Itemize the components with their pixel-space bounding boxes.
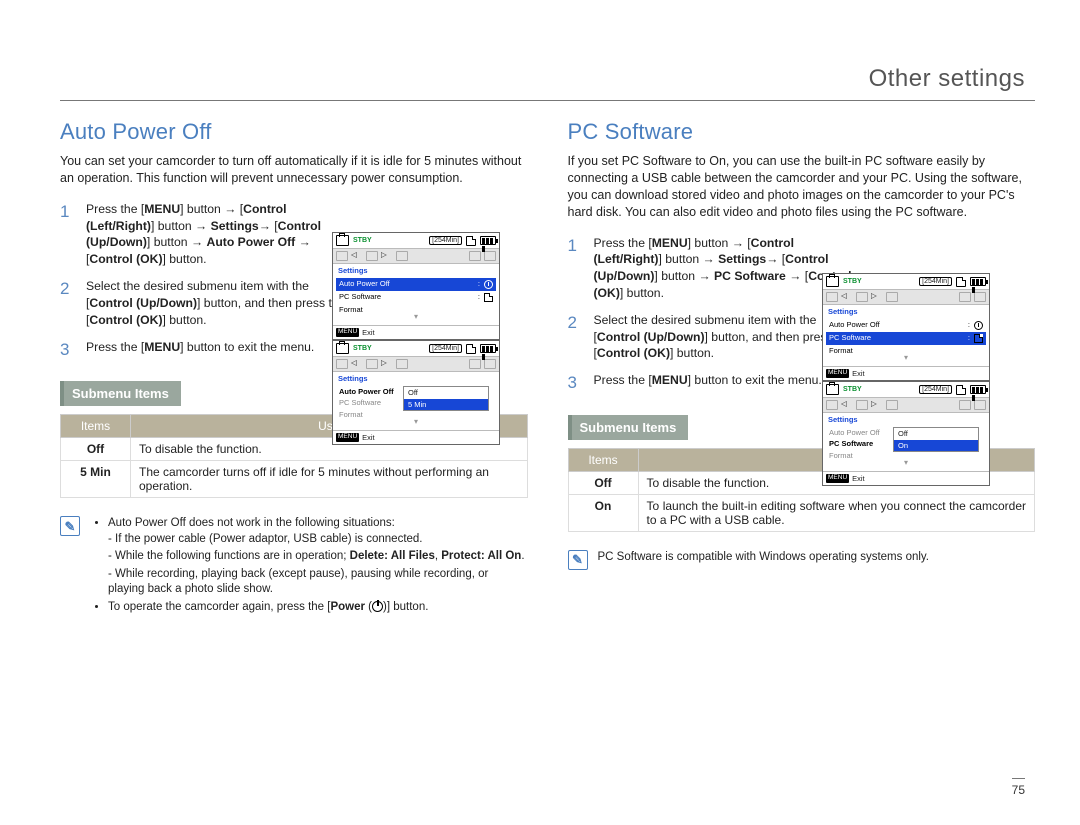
lcd-auto-power-off-menu: STBY[254Min] ◁▷ Settings Auto Power Off:… [332,232,500,340]
note-line: PC Software is compatible with Windows o… [598,550,930,570]
clock-icon [484,280,493,289]
battery-icon [480,236,496,245]
note-sub: If the power cable (Power adaptor, USB c… [108,532,528,548]
lcd-auto-power-off-submenu: STBY[254Min] ◁▷ Settings Auto Power Off … [332,340,500,445]
submenu-header: Submenu Items [568,415,689,440]
lcd-pc-software-submenu: STBY[254Min] ◁▷ Settings Auto Power Off … [822,381,990,486]
note-icon: ✎ [568,550,588,570]
note-sub: While the following functions are in ope… [108,549,528,565]
table-row: OnTo launch the built-in editing softwar… [568,495,1035,532]
rule-top [60,100,1035,101]
step-3: Press the [MENU] button to exit the menu… [86,339,346,356]
section-title: PC Software [568,119,1036,145]
note-icon: ✎ [60,516,80,536]
step-2: Select the desired submenu item with the… [86,278,346,328]
page-number: 75 [1012,778,1025,797]
clock-icon [974,321,983,330]
step-1: Press the [MENU] button → [Control (Left… [86,201,346,268]
software-icon [974,334,983,343]
section-title: Auto Power Off [60,119,528,145]
step-3: Press the [MENU] button to exit the menu… [594,372,854,389]
note-line: To operate the camcorder again, press th… [108,600,528,616]
th-items: Items [61,415,131,438]
submenu-header: Submenu Items [60,381,181,406]
note-sub: While recording, playing back (except pa… [108,567,528,598]
th-items: Items [568,449,638,472]
software-icon [484,293,493,302]
lcd-pc-software-menu: STBY[254Min] ◁▷ Settings Auto Power Off:… [822,273,990,381]
table-row: 5 MinThe camcorder turns off if idle for… [61,461,528,498]
page-title: Other settings [869,65,1025,93]
note-block: ✎ PC Software is compatible with Windows… [568,550,1036,570]
mode-icon [336,235,349,246]
note-line: Auto Power Off does not work in the foll… [108,516,528,598]
power-icon [372,601,383,612]
step-2: Select the desired submenu item with the… [594,312,854,362]
intro-text: If you set PC Software to On, you can us… [568,153,1036,221]
step-1: Press the [MENU] button → [Control (Left… [594,235,854,302]
intro-text: You can set your camcorder to turn off a… [60,153,528,187]
sdcard-icon [466,236,476,246]
note-block: ✎ Auto Power Off does not work in the fo… [60,516,528,617]
